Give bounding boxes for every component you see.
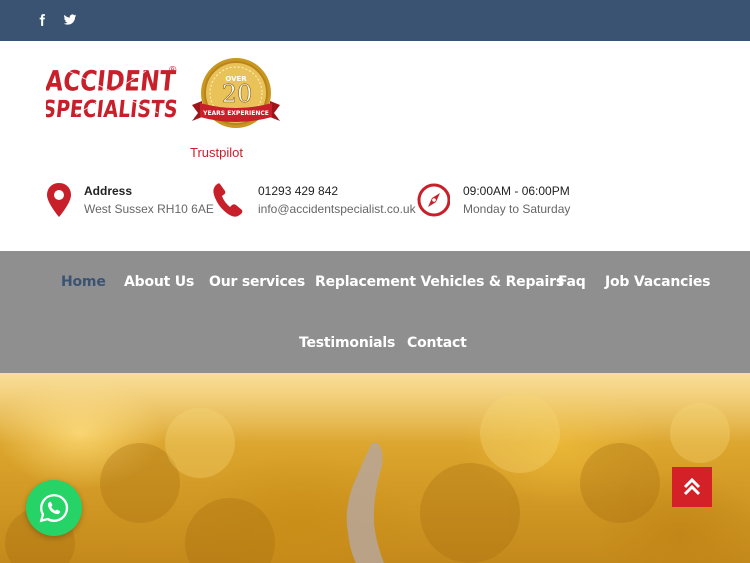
nav-our-services[interactable]: Our services [209,274,305,290]
20-years-experience-badge: OVER 20 YEARS EXPERIENCE [192,58,280,128]
address-info: Address West Sussex RH10 6AE [46,181,216,221]
hero-image [0,373,750,563]
contact-info: 01293 429 842 info@accidentspecialist.co… [210,181,420,221]
top-bar [0,0,750,41]
phone-icon [213,183,243,217]
address-title: Address [84,184,133,198]
forest-road-image [5,393,730,563]
twitter-icon[interactable] [61,11,79,29]
badge-ribbon: YEARS EXPERIENCE [202,110,269,117]
nav-job-vacancies[interactable]: Job Vacancies [605,274,710,290]
nav-contact[interactable]: Contact [407,335,467,351]
trustpilot-link[interactable]: Trustpilot [190,145,243,160]
nav-about-us[interactable]: About Us [124,274,194,290]
accident-specialists-logo[interactable]: ACCIDENT SPECIALISTS ® [46,59,182,125]
double-chevron-up-icon [683,477,701,496]
whatsapp-button[interactable] [26,480,82,536]
hours-title: 09:00AM - 06:00PM [463,184,570,198]
nav-faq[interactable]: Faq [558,274,586,290]
facebook-icon[interactable] [33,11,51,29]
nav-replacement-vehicles[interactable]: Replacement Vehicles & Repairs [315,274,564,290]
site-header: ACCIDENT SPECIALISTS ® OVER 20 YEARS EXP… [0,41,750,251]
nav-testimonials[interactable]: Testimonials [299,335,395,351]
compass-icon [417,183,450,217]
main-navigation: Home About Us Our services Replacement V… [0,251,750,373]
phone-number[interactable]: 01293 429 842 [258,184,338,198]
logo-line-2: SPECIALISTS [46,96,179,123]
map-pin-icon [47,183,71,217]
nav-home[interactable]: Home [61,274,106,290]
whatsapp-icon [39,494,69,523]
hours-detail: Monday to Saturday [463,202,571,216]
scroll-to-top-button[interactable] [672,467,712,507]
email-address[interactable]: info@accidentspecialist.co.uk [258,202,416,216]
hours-info: 09:00AM - 06:00PM Monday to Saturday [416,181,586,221]
address-detail: West Sussex RH10 6AE [84,202,214,216]
registered-mark: ® [169,65,177,76]
badge-number: 20 [222,80,253,108]
